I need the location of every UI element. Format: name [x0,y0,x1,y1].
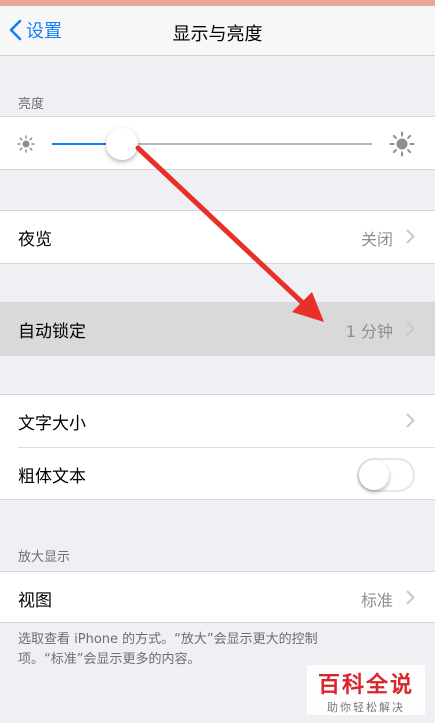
bold-text-label: 粗体文本 [18,467,86,487]
chevron-right-icon [406,321,415,336]
night-shift-value: 关闭 [360,230,393,249]
toggle-knob [359,460,389,490]
chevron-right-icon [406,413,415,428]
view-label: 视图 [18,591,52,611]
zoom-group: 视图 标准 [0,571,435,623]
zoom-footnote: 选取查看 iPhone 的方式。“放大”会显示更大的控制 项。“标准”会显示更多… [18,630,418,670]
auto-lock-value: 1 分钟 [345,322,393,341]
brightness-slider[interactable] [52,128,372,160]
watermark-main: 百科全说 [317,673,414,698]
night-shift-group: 夜览 关闭 [0,210,435,264]
watermark-logo: 百科全说 助你轻松解决 [307,665,425,715]
brightness-section-header: 亮度 [18,97,45,112]
text-size-row[interactable]: 文字大小 [0,395,435,447]
auto-lock-row[interactable]: 自动锁定 1 分钟 [0,303,435,355]
brightness-group [0,116,435,170]
brightness-low-icon [17,135,35,153]
text-size-label: 文字大小 [18,414,86,434]
auto-lock-label: 自动锁定 [18,322,86,342]
night-shift-row[interactable]: 夜览 关闭 [0,211,435,263]
watermark-sub: 助你轻松解决 [327,701,405,714]
view-row[interactable]: 视图 标准 [0,572,435,624]
brightness-slider-thumb[interactable] [106,128,139,160]
bold-text-toggle[interactable] [357,458,415,492]
zoom-section-header: 放大显示 [18,550,71,565]
brightness-high-icon [389,131,415,157]
view-value: 标准 [360,591,393,610]
chevron-right-icon [406,590,415,605]
text-group: 文字大小 粗体文本 [0,394,435,500]
navigation-bar: 设置 显示与亮度 [0,6,435,56]
night-shift-label: 夜览 [18,230,52,250]
zoom-footnote-line1: 选取查看 iPhone 的方式。“放大”会显示更大的控制 [18,632,318,647]
auto-lock-group: 自动锁定 1 分钟 [0,302,435,356]
page-title: 显示与亮度 [172,24,263,45]
bold-text-row: 粗体文本 [0,448,435,500]
chevron-right-icon [406,229,415,244]
